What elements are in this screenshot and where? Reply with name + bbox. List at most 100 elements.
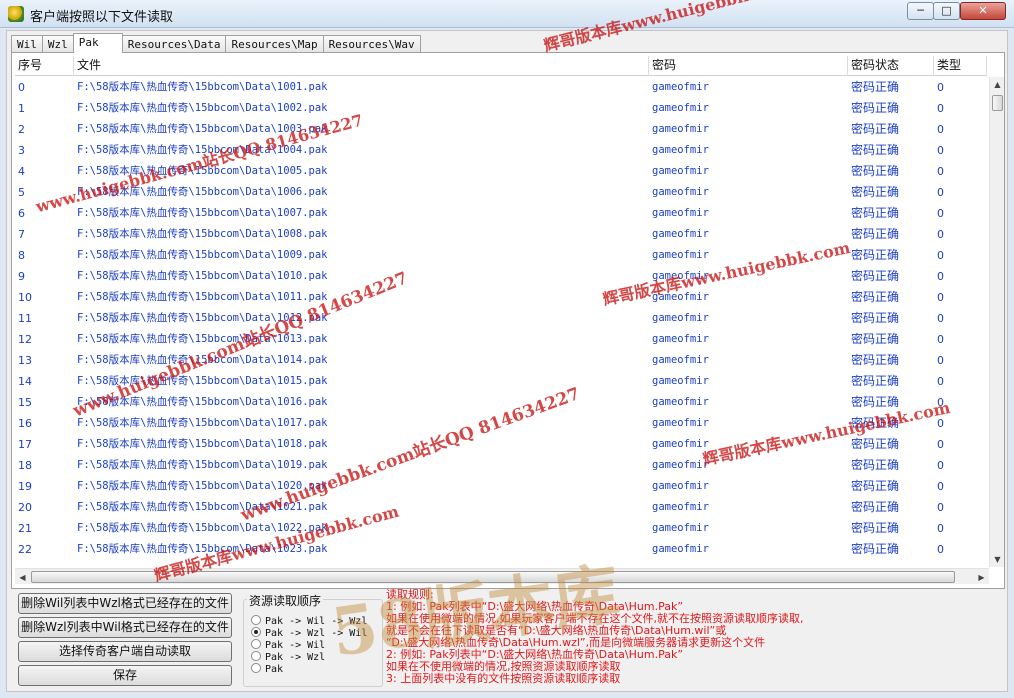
table-row[interactable]: 2 F:\58版本库\热血传奇\15bbcom\Data\1003.pak game… (15, 119, 987, 140)
close-button[interactable]: ✕ (960, 2, 1006, 20)
table-row[interactable]: 6 F:\58版本库\热血传奇\15bbcom\Data\1007.pak game… (15, 203, 987, 224)
row-password-status: 密码正确 (851, 479, 900, 493)
row-file: F:\58版本库\热血传奇\15bbcom\Data\1005.pak (77, 165, 328, 177)
row-file: F:\58版本库\热血传奇\15bbcom\Data\1008.pak (77, 228, 328, 240)
table-row[interactable]: 13 F:\58版本库\热血传奇\15bbcom\Data\1014.pak gam… (15, 350, 987, 371)
row-password-status: 密码正确 (851, 542, 900, 556)
scroll-down-icon[interactable]: ▼ (990, 552, 1005, 567)
table-row[interactable]: 8 F:\58版本库\热血传奇\15bbcom\Data\1009.pak game… (15, 245, 987, 266)
table-row[interactable]: 12 F:\58版本库\热血传奇\15bbcom\Data\1013.pak gam… (15, 329, 987, 350)
row-file: F:\58版本库\热血传奇\15bbcom\Data\1013.pak (77, 333, 328, 345)
read-order-option[interactable]: Pak (251, 663, 283, 675)
table-row[interactable]: 11 F:\58版本库\热血传奇\15bbcom\Data\1012.pak gam… (15, 308, 987, 329)
tab-resources-map[interactable]: Resources\Map (225, 35, 324, 53)
table-row[interactable]: 0 F:\58版本库\热血传奇\15bbcom\Data\1001.pak game… (15, 77, 987, 98)
row-type: 0 (937, 396, 944, 409)
row-file: F:\58版本库\热血传奇\15bbcom\Data\1002.pak (77, 102, 328, 114)
row-type: 0 (937, 270, 944, 283)
row-index: 20 (18, 501, 32, 514)
list-header: 序号 文件 密码 密码状态 类型 (15, 56, 987, 76)
table-row[interactable]: 20 F:\58版本库\热血传奇\15bbcom\Data\1021.pak gam… (15, 497, 987, 518)
row-type: 0 (937, 228, 944, 241)
row-file: F:\58版本库\热血传奇\15bbcom\Data\1001.pak (77, 81, 328, 93)
row-password: gameofmir (652, 396, 709, 408)
read-order-option-label: Pak (265, 664, 284, 675)
column-header-password-status[interactable]: 密码状态 (848, 56, 934, 76)
radio-icon[interactable] (251, 627, 261, 637)
minimize-button[interactable]: ─ (907, 2, 934, 20)
column-header-file[interactable]: 文件 (74, 56, 649, 76)
select-client-button[interactable]: 选择传奇客户端自动读取 (18, 641, 232, 662)
row-password: gameofmir (652, 123, 709, 135)
row-type: 0 (937, 81, 944, 94)
delete-wzl-duplicates-button[interactable]: 删除Wzl列表中Wil格式已经存在的文件 (18, 617, 232, 638)
row-password-status: 密码正确 (851, 80, 900, 94)
row-password-status: 密码正确 (851, 353, 900, 367)
row-index: 10 (18, 291, 32, 304)
table-row[interactable]: 16 F:\58版本库\热血传奇\15bbcom\Data\1017.pak gam… (15, 413, 987, 434)
radio-icon[interactable] (251, 639, 261, 649)
row-index: 1 (18, 102, 25, 115)
radio-icon[interactable] (251, 651, 261, 661)
row-type: 0 (937, 438, 944, 451)
scroll-up-icon[interactable]: ▲ (990, 77, 1005, 92)
tab-wil[interactable]: Wil (11, 35, 43, 53)
vertical-scrollbar[interactable]: ▲ ▼ (989, 77, 1004, 567)
row-type: 0 (937, 291, 944, 304)
table-row[interactable]: 3 F:\58版本库\热血传奇\15bbcom\Data\1004.pak game… (15, 140, 987, 161)
row-password: gameofmir (652, 102, 709, 114)
row-password: gameofmir (652, 228, 709, 240)
row-password: gameofmir (652, 459, 709, 471)
row-file: F:\58版本库\热血传奇\15bbcom\Data\1020.pak (77, 480, 328, 492)
table-row[interactable]: 17 F:\58版本库\热血传奇\15bbcom\Data\1018.pak gam… (15, 434, 987, 455)
table-row[interactable]: 9 F:\58版本库\热血传奇\15bbcom\Data\1010.pak game… (15, 266, 987, 287)
row-index: 9 (18, 270, 25, 283)
vertical-scroll-thumb[interactable] (992, 95, 1003, 111)
column-header-password[interactable]: 密码 (649, 56, 848, 76)
row-file: F:\58版本库\热血传奇\15bbcom\Data\1019.pak (77, 459, 328, 471)
table-row[interactable]: 7 F:\58版本库\热血传奇\15bbcom\Data\1008.pak game… (15, 224, 987, 245)
row-type: 0 (937, 123, 944, 136)
scroll-right-icon[interactable]: ▶ (974, 570, 989, 585)
radio-icon[interactable] (251, 663, 261, 673)
read-order-option[interactable]: Pak -> Wzl (251, 651, 325, 663)
tab-wzl[interactable]: Wzl (41, 35, 74, 53)
row-password: gameofmir (652, 375, 709, 387)
table-row[interactable]: 18 F:\58版本库\热血传奇\15bbcom\Data\1019.pak gam… (15, 455, 987, 476)
table-row[interactable]: 14 F:\58版本库\热血传奇\15bbcom\Data\1015.pak gam… (15, 371, 987, 392)
row-type: 0 (937, 249, 944, 262)
row-password-status: 密码正确 (851, 122, 900, 136)
save-button[interactable]: 保存 (18, 665, 232, 686)
row-index: 22 (18, 543, 32, 556)
delete-wil-duplicates-button[interactable]: 删除Wil列表中Wzl格式已经存在的文件 (18, 593, 232, 614)
radio-icon[interactable] (251, 615, 261, 625)
table-row[interactable]: 4 F:\58版本库\热血传奇\15bbcom\Data\1005.pak game… (15, 161, 987, 182)
table-row[interactable]: 5 F:\58版本库\热血传奇\15bbcom\Data\1006.pak game… (15, 182, 987, 203)
row-file: F:\58版本库\热血传奇\15bbcom\Data\1012.pak (77, 312, 328, 324)
table-row[interactable]: 10 F:\58版本库\热血传奇\15bbcom\Data\1011.pak gam… (15, 287, 987, 308)
column-header-index[interactable]: 序号 (15, 56, 74, 76)
table-row[interactable]: 15 F:\58版本库\热血传奇\15bbcom\Data\1016.pak gam… (15, 392, 987, 413)
row-file: F:\58版本库\热血传奇\15bbcom\Data\1021.pak (77, 501, 328, 513)
row-file: F:\58版本库\热血传奇\15bbcom\Data\1017.pak (77, 417, 328, 429)
read-order-title: 资源读取顺序 (247, 592, 324, 609)
tab-resources-wav[interactable]: Resources\Wav (322, 35, 421, 53)
tab-pak[interactable]: Pak (72, 33, 123, 53)
table-row[interactable]: 19 F:\58版本库\热血传奇\15bbcom\Data\1020.pak gam… (15, 476, 987, 497)
tab-resources-data[interactable]: Resources\Data (121, 35, 227, 53)
row-file: F:\58版本库\热血传奇\15bbcom\Data\1004.pak (77, 144, 328, 156)
table-row[interactable]: 21 F:\58版本库\热血传奇\15bbcom\Data\1022.pak gam… (15, 518, 987, 539)
row-file: F:\58版本库\热血传奇\15bbcom\Data\1014.pak (77, 354, 328, 366)
file-list[interactable]: 0 F:\58版本库\热血传奇\15bbcom\Data\1001.pak game… (15, 77, 987, 567)
table-row[interactable]: 1 F:\58版本库\热血传奇\15bbcom\Data\1002.pak game… (15, 98, 987, 119)
column-header-type[interactable]: 类型 (934, 56, 987, 76)
scroll-left-icon[interactable]: ◀ (15, 570, 30, 585)
row-password: gameofmir (652, 312, 709, 324)
row-password: gameofmir (652, 354, 709, 366)
pak-list-panel: 序号 文件 密码 密码状态 类型 0 F:\58版本库\热血传奇\15bbcom\… (11, 52, 1005, 589)
read-order-option[interactable]: Pak -> Wil (251, 639, 325, 651)
row-password-status: 密码正确 (851, 248, 900, 262)
row-index: 13 (18, 354, 32, 367)
maximize-button[interactable]: □ (933, 2, 960, 20)
row-password: gameofmir (652, 186, 709, 198)
